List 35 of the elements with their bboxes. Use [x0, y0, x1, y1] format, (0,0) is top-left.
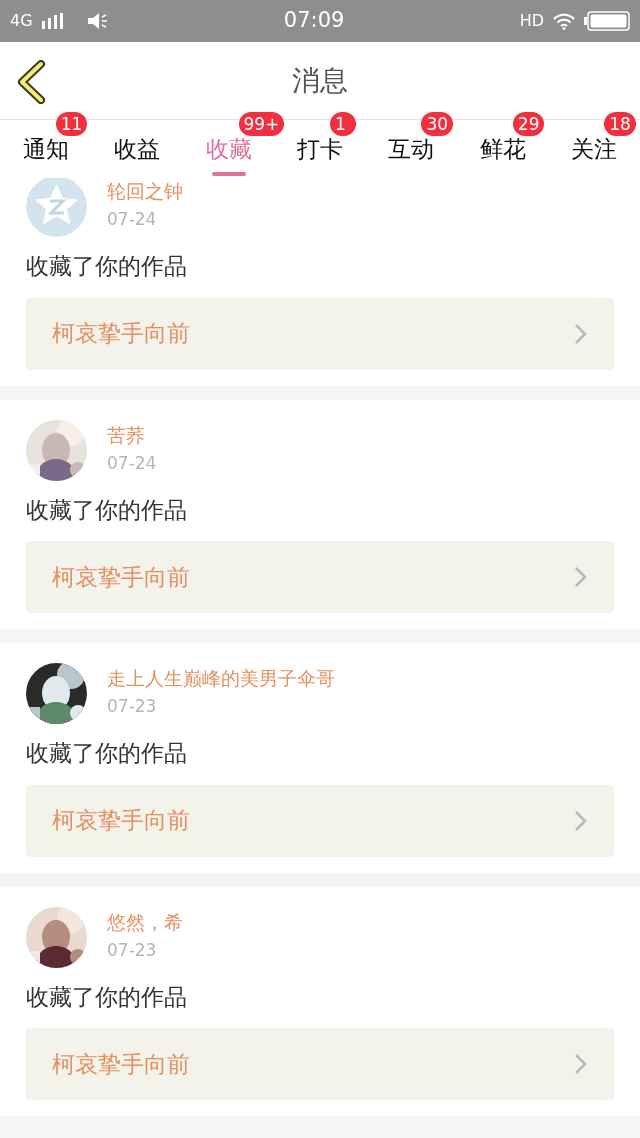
user-name[interactable]: 苦荞 [107, 423, 157, 447]
count-badge: 1 [329, 112, 356, 136]
work-link[interactable]: 柯哀挚手向前 [26, 784, 614, 857]
chevron-icon [574, 566, 588, 588]
work-link[interactable]: 柯哀挚手向前 [26, 297, 614, 370]
date-label: 07-24 [107, 208, 158, 232]
action-text: 收藏了你的作品 [26, 739, 188, 768]
action-text: 收藏了你的作品 [26, 982, 188, 1012]
chevron-icon [574, 809, 588, 832]
date-label: 07-24 [107, 451, 157, 475]
count-badge: 29 [512, 112, 545, 136]
speaker-icon [86, 12, 109, 30]
work-link[interactable]: 柯哀挚手向前 [26, 1028, 614, 1100]
count-badge: 99+ [238, 112, 285, 136]
signal-icon [40, 13, 63, 29]
network-label: 4G [10, 10, 33, 32]
user-name[interactable]: 走上人生巅峰的美男子伞哥 [107, 667, 335, 691]
date-label: 07-23 [107, 695, 158, 719]
tab[interactable]: 收益 [91, 120, 183, 178]
battery-icon [584, 11, 630, 31]
count-badge: 11 [55, 112, 88, 136]
chevron-icon [574, 1053, 588, 1075]
action-text: 收藏了你的作品 [26, 252, 188, 281]
count-badge: 18 [604, 112, 636, 136]
page-title: 消息 [292, 62, 348, 99]
date-label: 07-23 [107, 938, 158, 962]
count-badge: 30 [421, 112, 454, 136]
work-link[interactable]: 柯哀挚手向前 [26, 541, 614, 613]
chevron-icon [574, 322, 588, 345]
wifi-icon [552, 12, 576, 30]
user-name[interactable]: 悠然，希 [107, 910, 183, 934]
clock: 07:09 [283, 7, 345, 35]
hd-label: HD [519, 10, 544, 32]
action-text: 收藏了你的作品 [26, 495, 188, 525]
user-name[interactable]: 轮回之钟 [107, 180, 183, 204]
